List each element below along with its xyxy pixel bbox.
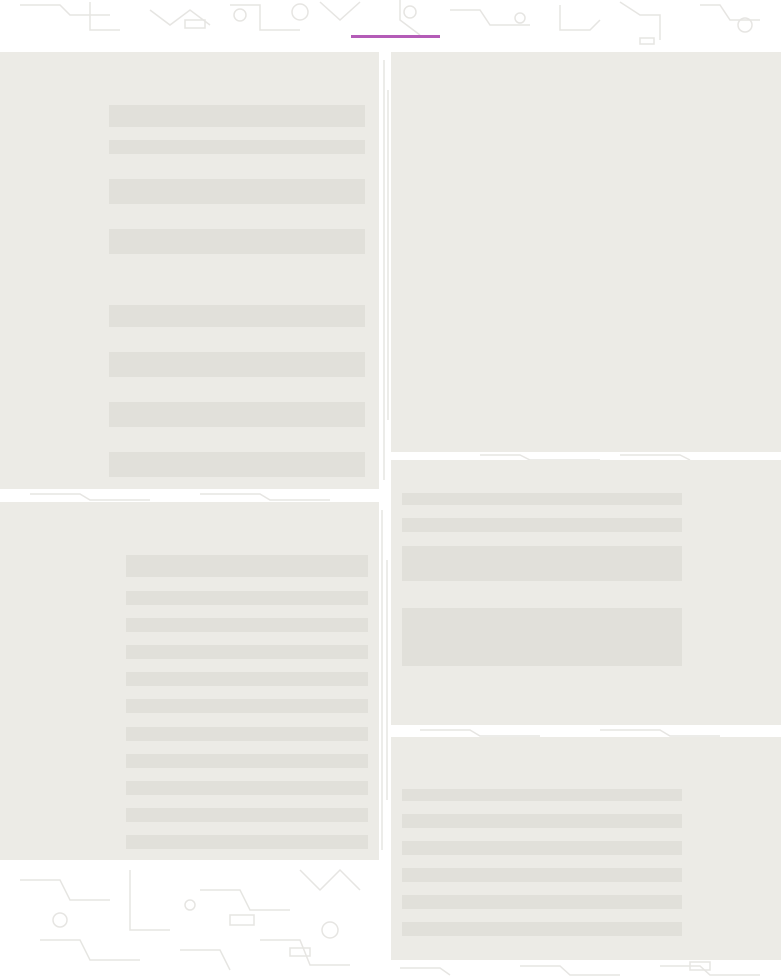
- skeleton-row: [402, 608, 682, 666]
- skeleton-row: [126, 555, 368, 577]
- skeleton-row: [109, 305, 365, 327]
- skeleton-row: [402, 814, 682, 828]
- skeleton-row: [109, 452, 365, 477]
- panel-middle-right: [391, 460, 781, 725]
- skeleton-row: [126, 808, 368, 822]
- skeleton-row: [109, 105, 365, 127]
- skeleton-row: [126, 645, 368, 659]
- panel-top-right: [391, 52, 781, 452]
- skeleton-row: [109, 229, 365, 254]
- skeleton-row: [402, 789, 682, 801]
- skeleton-row: [126, 591, 368, 605]
- skeleton-row: [126, 781, 368, 795]
- skeleton-row: [402, 922, 682, 936]
- skeleton-row: [126, 672, 368, 686]
- skeleton-row: [109, 402, 365, 427]
- skeleton-row: [126, 727, 368, 741]
- skeleton-row: [126, 618, 368, 632]
- skeleton-row: [126, 754, 368, 768]
- panel-bottom-left: [0, 502, 379, 860]
- panel-top-left: [0, 52, 379, 489]
- skeleton-row: [109, 179, 365, 204]
- skeleton-row: [402, 546, 682, 581]
- skeleton-row: [126, 699, 368, 713]
- skeleton-row: [126, 835, 368, 849]
- skeleton-row: [402, 841, 682, 855]
- skeleton-row: [109, 140, 365, 154]
- skeleton-row: [402, 868, 682, 882]
- skeleton-row: [402, 518, 682, 532]
- active-tab-indicator: [351, 35, 440, 38]
- panel-bottom-right: [391, 737, 781, 960]
- skeleton-row: [402, 895, 682, 909]
- skeleton-row: [109, 352, 365, 377]
- skeleton-row: [402, 493, 682, 505]
